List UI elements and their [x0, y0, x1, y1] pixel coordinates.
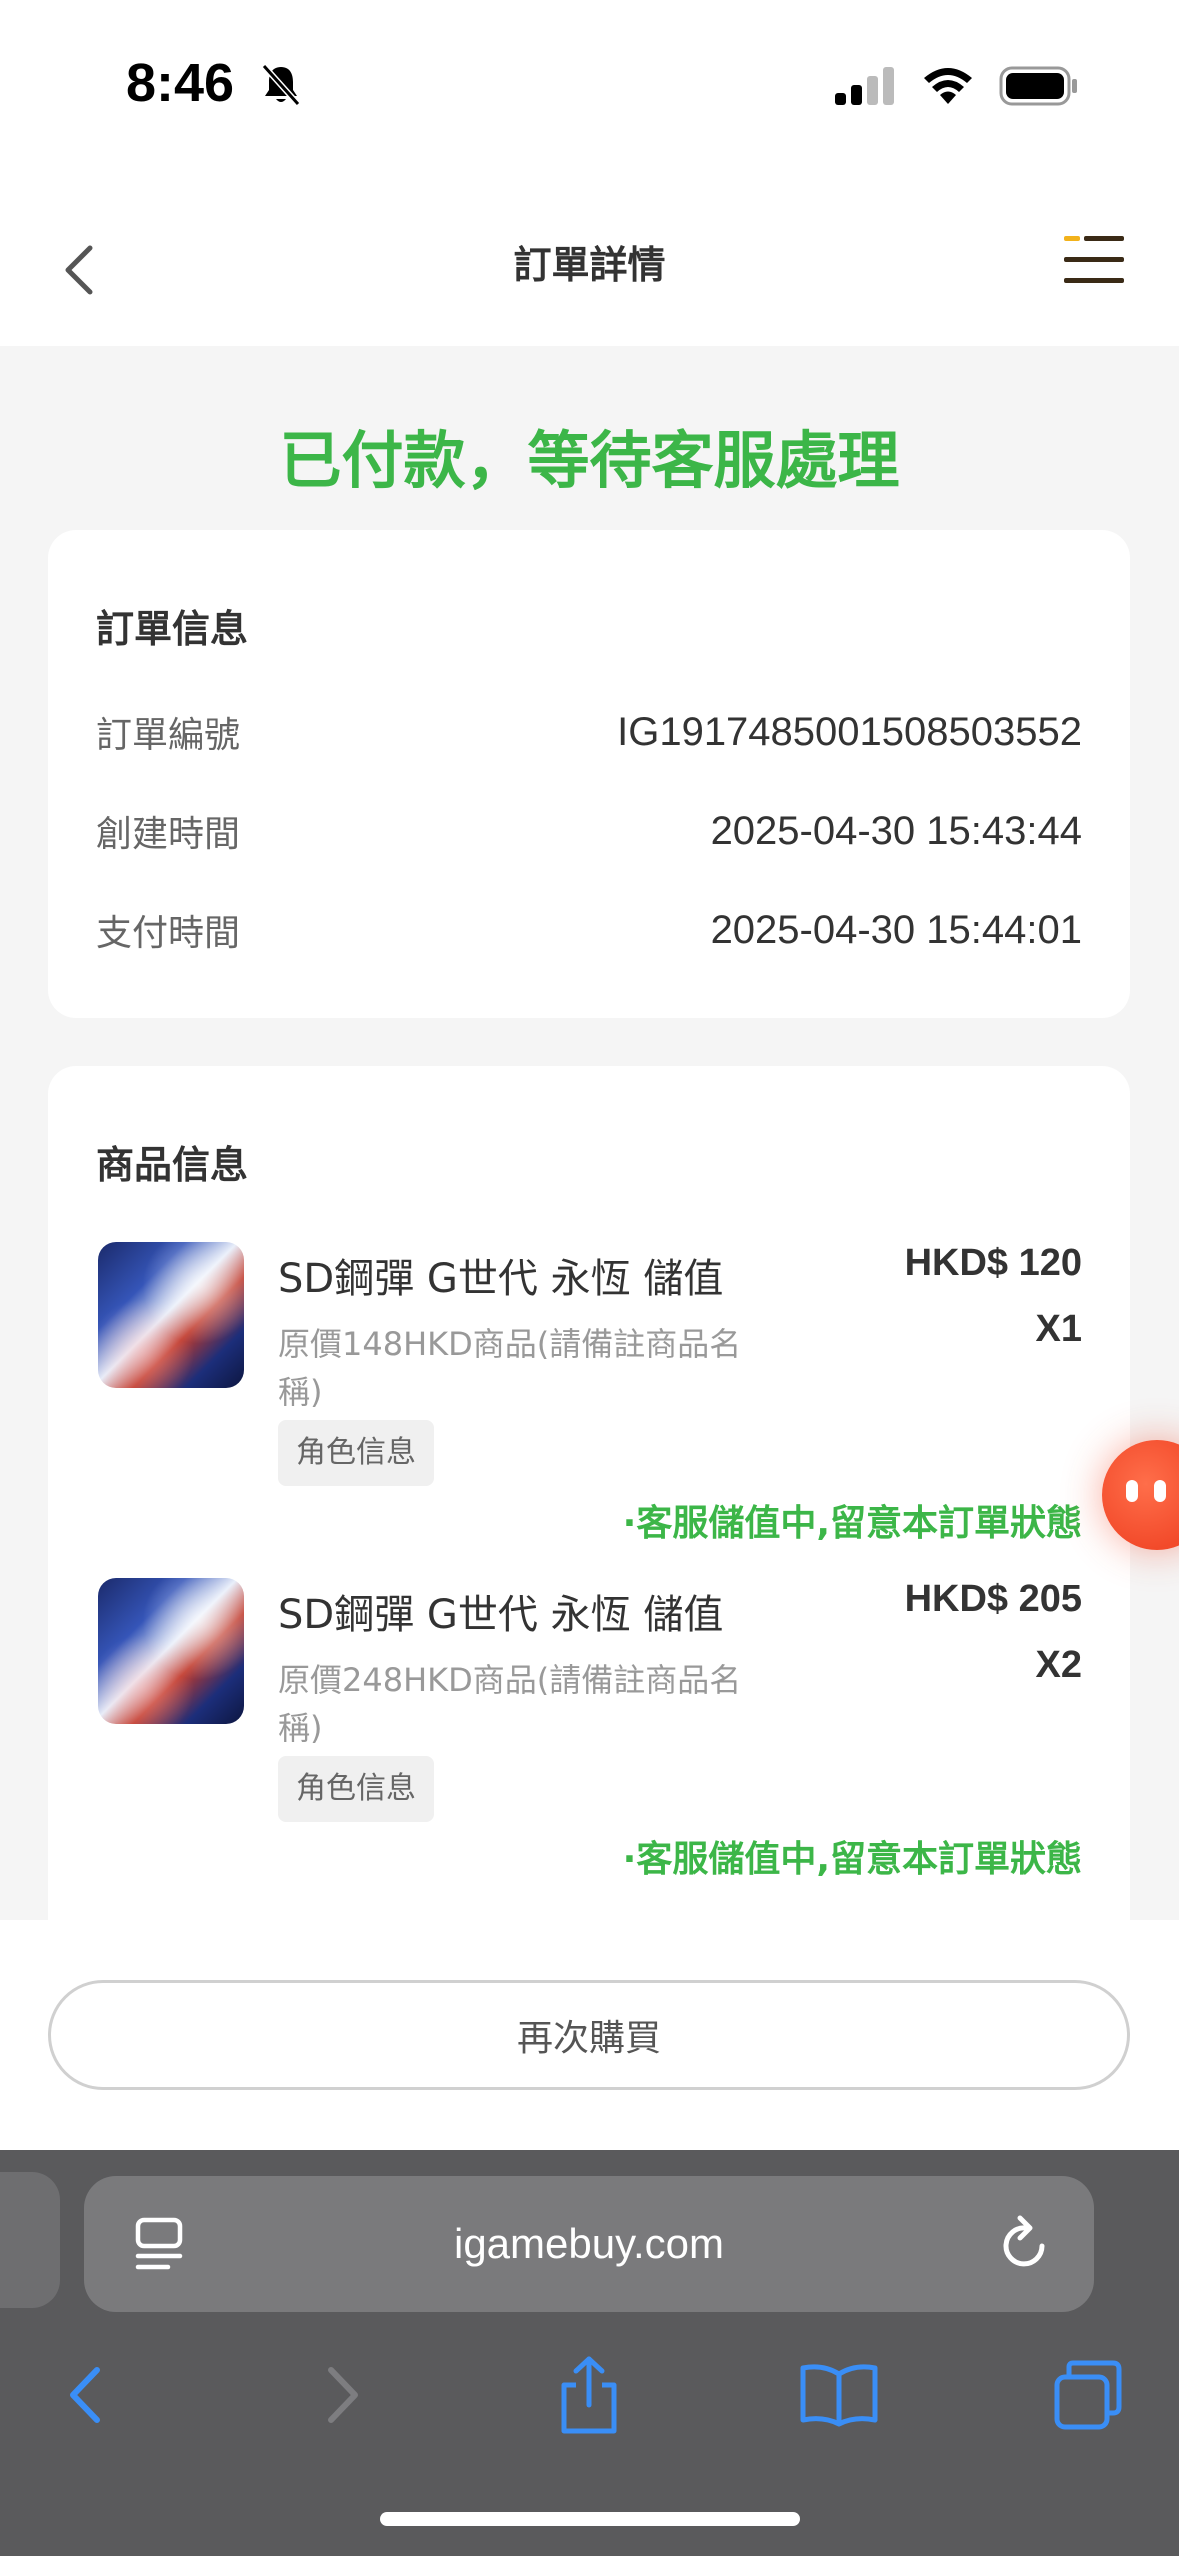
product-quantity: X1 [1035, 1308, 1082, 1350]
status-icons [835, 66, 1079, 106]
order-info-card: 訂單信息 訂單編號 IG1917485001508503552 創建時間 202… [48, 530, 1130, 1018]
bookmarks-button[interactable] [794, 2350, 884, 2440]
product-info-title: 商品信息 [96, 1143, 249, 1187]
tabs-icon [1054, 2360, 1122, 2430]
browser-forward-button[interactable] [296, 2350, 386, 2440]
product-description: 原價148HKD商品(請備註商品名稱) [278, 1325, 742, 1411]
product-status: ·客服儲值中,留意本訂單狀態 [622, 1503, 1082, 1544]
share-icon [561, 2356, 617, 2434]
bottom-action-bar: 再次購買 [0, 1920, 1179, 2150]
role-info-tag[interactable]: 角色信息 [278, 1420, 434, 1486]
page-title: 訂單詳情 [513, 243, 666, 287]
product-name: SD鋼彈 G世代 永恆 儲值 [278, 1592, 724, 1638]
product-info-card: 商品信息 SD鋼彈 G世代 永恆 儲值 原價148HKD商品(請備註商品名稱) … [48, 1066, 1130, 1966]
product-price: HKD$ 120 [904, 1242, 1082, 1284]
status-time: 8:46 [126, 53, 235, 113]
product-thumbnail [98, 1242, 244, 1388]
created-time-row: 創建時間 2025-04-30 15:43:44 [96, 806, 1082, 856]
role-info-tag[interactable]: 角色信息 [278, 1756, 434, 1822]
reload-icon[interactable] [998, 2214, 1054, 2278]
product-status: ·客服儲值中,留意本訂單狀態 [622, 1839, 1082, 1880]
order-number-row: 訂單編號 IG1917485001508503552 [96, 707, 1082, 757]
chevron-left-icon [70, 2367, 100, 2423]
created-time-value: 2025-04-30 15:43:44 [710, 808, 1082, 853]
paid-time-label: 支付時間 [96, 913, 241, 954]
nav-bar: 訂單詳情 [0, 180, 1179, 346]
product-name: SD鋼彈 G世代 永恆 儲值 [278, 1256, 724, 1302]
url-text: igamebuy.com [453, 2220, 724, 2267]
menu-icon [1064, 236, 1124, 283]
product-quantity: X2 [1035, 1644, 1082, 1686]
product-price: HKD$ 205 [904, 1578, 1082, 1620]
share-button[interactable] [544, 2350, 634, 2440]
browser-back-button[interactable] [42, 2350, 132, 2440]
order-status-heading: 已付款，等待客服處理 [279, 424, 900, 497]
browser-toolbar [0, 2350, 1179, 2460]
status-bar: 8:46 [0, 0, 1179, 180]
buy-again-button[interactable]: 再次購買 [48, 1980, 1130, 2090]
paid-time-value: 2025-04-30 15:44:01 [710, 907, 1082, 952]
cellular-signal-icon [835, 67, 894, 105]
previous-tab-peek[interactable] [0, 2172, 60, 2308]
browser-chrome: igamebuy.com [0, 2150, 1179, 2556]
product-description: 原價248HKD商品(請備註商品名稱) [278, 1661, 742, 1747]
battery-icon [999, 66, 1077, 106]
tabs-button[interactable] [1044, 2350, 1134, 2440]
created-time-label: 創建時間 [96, 814, 241, 855]
menu-button[interactable] [1064, 232, 1126, 292]
paid-time-row: 支付時間 2025-04-30 15:44:01 [96, 905, 1082, 955]
order-number-value: IG1917485001508503552 [617, 709, 1082, 754]
book-icon [800, 2364, 878, 2427]
silent-bell-icon [258, 62, 304, 112]
wifi-icon [924, 68, 972, 104]
order-number-label: 訂單編號 [96, 715, 241, 756]
product-thumbnail [98, 1578, 244, 1724]
home-indicator [380, 2512, 800, 2526]
product-item[interactable]: SD鋼彈 G世代 永恆 儲值 原價248HKD商品(請備註商品名稱) 角色信息 … [48, 1578, 1082, 1880]
product-item[interactable]: SD鋼彈 G世代 永恆 儲值 原價148HKD商品(請備註商品名稱) 角色信息 … [48, 1242, 1082, 1544]
order-info-title: 訂單信息 [96, 607, 249, 651]
chevron-right-icon [328, 2367, 358, 2423]
address-bar[interactable]: igamebuy.com [84, 2176, 1094, 2312]
